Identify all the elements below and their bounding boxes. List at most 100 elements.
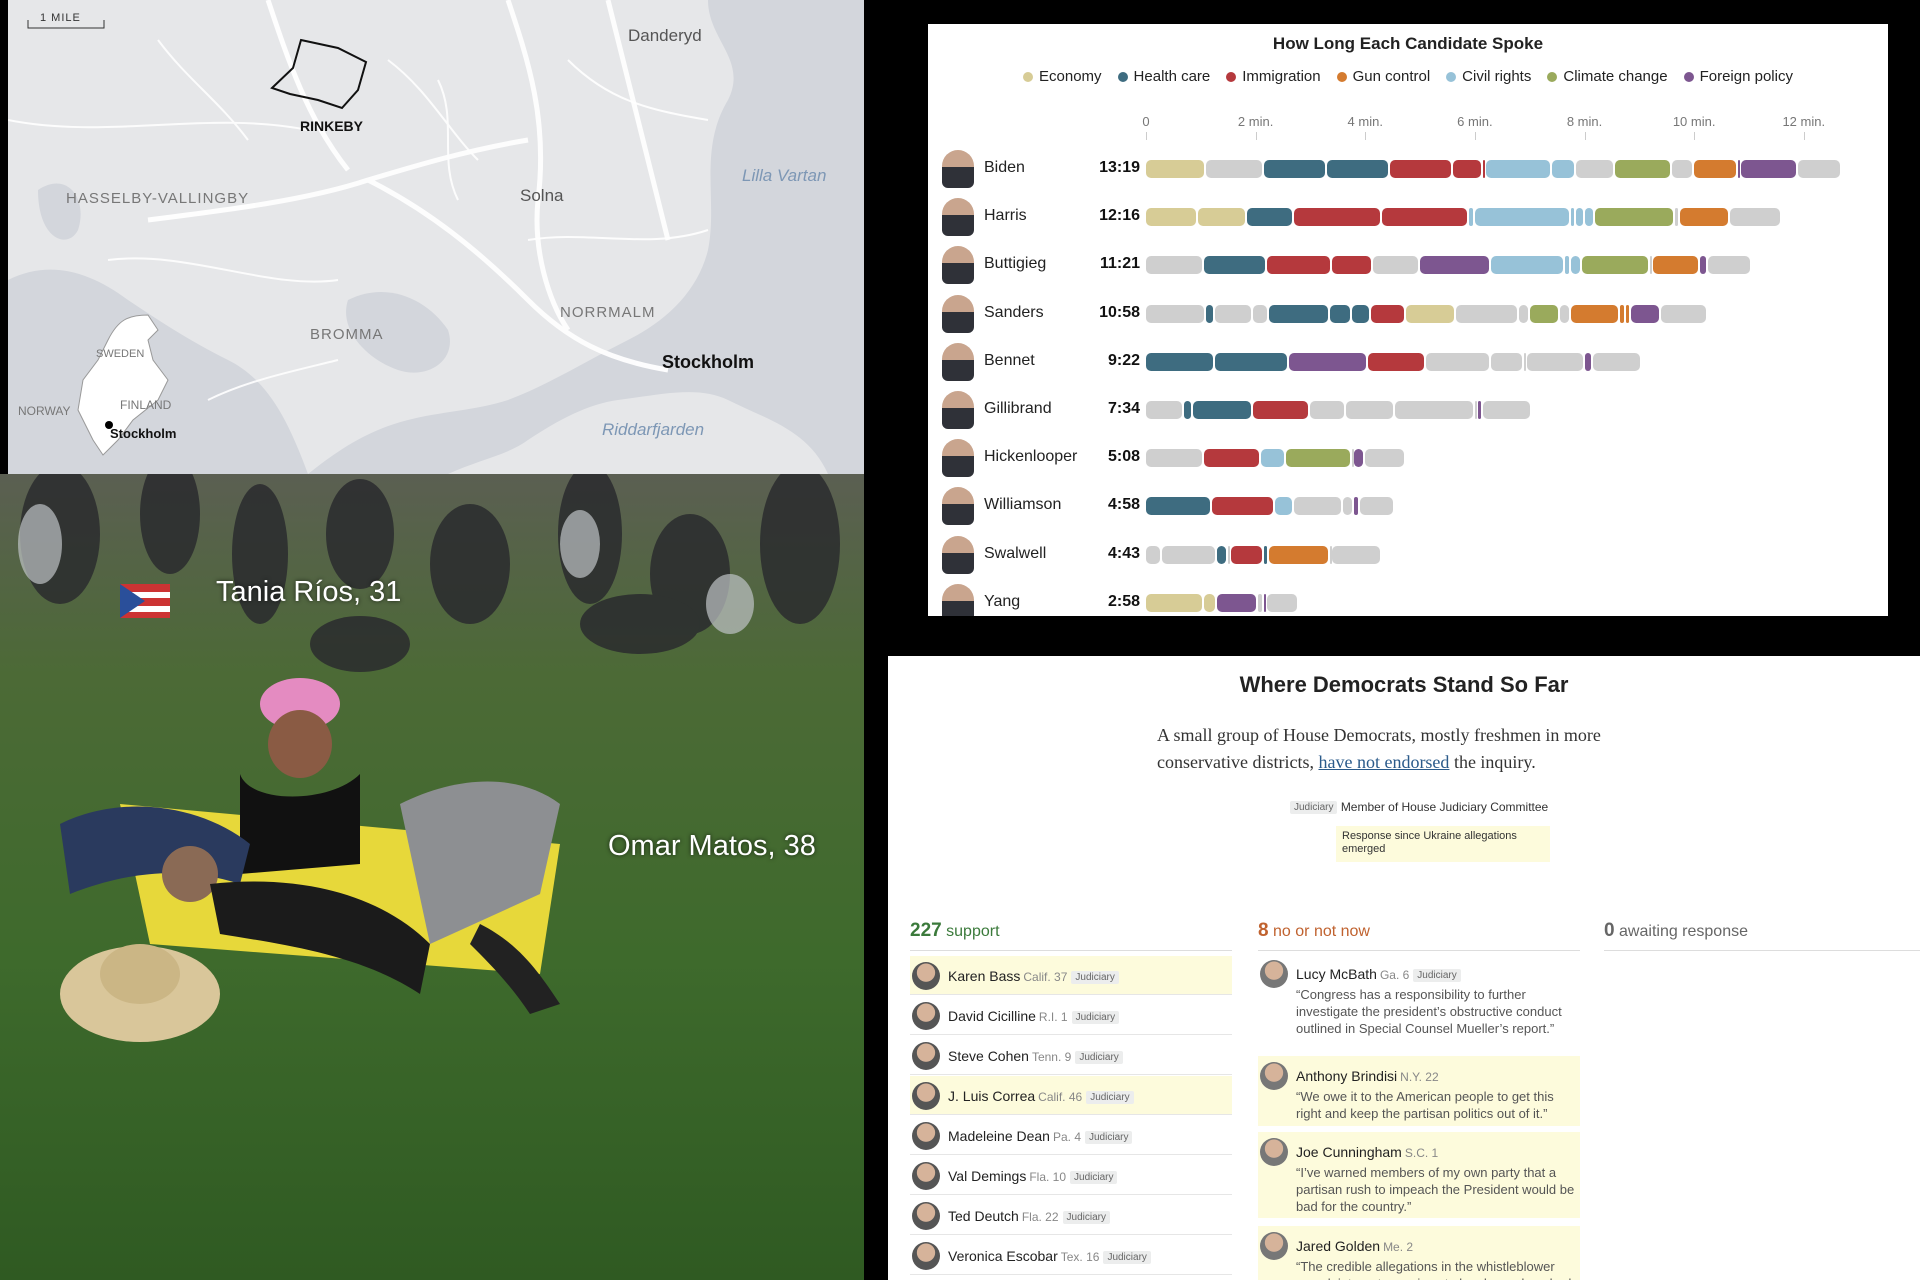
bar-segment-other[interactable] [1707, 256, 1750, 275]
bar-segment-civil-rights[interactable] [1485, 160, 1550, 178]
bar-segment-other[interactable] [1146, 449, 1202, 468]
bar-segment-immigration[interactable] [1252, 401, 1309, 419]
bar-segment-gun-control[interactable] [1620, 304, 1624, 323]
bar-segment-civil-rights[interactable] [1274, 497, 1292, 516]
bar-segment-civil-rights[interactable] [1474, 208, 1569, 227]
bar-segment-immigration[interactable] [1294, 208, 1380, 227]
bar-segment-health-care[interactable] [1263, 545, 1268, 564]
bar-segment-economy[interactable] [1146, 160, 1205, 178]
bar-segment-other[interactable] [1672, 160, 1693, 178]
bar-segment-immigration[interactable] [1230, 545, 1262, 564]
bar-segment-other[interactable] [1559, 304, 1569, 323]
bar-segment-civil-rights[interactable] [1576, 208, 1583, 227]
bar-segment-immigration[interactable] [1452, 160, 1482, 178]
bar-segment-other[interactable] [1258, 593, 1262, 612]
bar-segment-other[interactable] [1310, 401, 1345, 419]
bar-segment-foreign-policy[interactable] [1477, 401, 1482, 419]
bar-segment-other[interactable] [1214, 304, 1251, 323]
bar-segment-health-care[interactable] [1192, 401, 1251, 419]
bar-segment-foreign-policy[interactable] [1263, 593, 1266, 612]
bar-segment-other[interactable] [1206, 160, 1262, 178]
bar-segment-other[interactable] [1524, 352, 1527, 371]
support-list-item[interactable]: Ted Deutch Fla. 22 Judiciary [910, 1196, 1232, 1235]
bar-segment-immigration[interactable] [1368, 352, 1424, 371]
bar-segment-economy[interactable] [1198, 208, 1246, 227]
bar-segment-other[interactable] [1674, 208, 1679, 227]
bar-segment-civil-rights[interactable] [1469, 208, 1473, 227]
support-list-item[interactable]: J. Luis Correa Calif. 46 Judiciary [910, 1076, 1232, 1115]
bar-segment-immigration[interactable] [1211, 497, 1273, 516]
bar-segment-other[interactable] [1294, 497, 1342, 516]
bar-segment-immigration[interactable] [1266, 256, 1331, 275]
bar-segment-health-care[interactable] [1206, 304, 1213, 323]
bar-segment-immigration[interactable] [1332, 256, 1372, 275]
bar-segment-gun-control[interactable] [1653, 256, 1698, 275]
no-list-item[interactable]: Joe Cunningham S.C. 1 “I’ve warned members… [1258, 1132, 1580, 1218]
bar-segment-health-care[interactable] [1326, 160, 1388, 178]
bar-segment-civil-rights[interactable] [1565, 256, 1569, 275]
bar-segment-other[interactable] [1346, 401, 1394, 419]
bar-segment-immigration[interactable] [1389, 160, 1451, 178]
bar-segment-foreign-policy[interactable] [1740, 160, 1797, 178]
no-list-item[interactable]: Lucy McBath Ga. 6 Judiciary “Congress has a… [1258, 954, 1580, 1048]
support-list-item[interactable]: Madeleine Dean Pa. 4 Judiciary [910, 1116, 1232, 1155]
bar-segment-other[interactable] [1491, 352, 1523, 371]
bar-segment-health-care[interactable] [1217, 545, 1227, 564]
bar-segment-foreign-policy[interactable] [1420, 256, 1490, 275]
support-list-item[interactable]: Val Demings Fla. 10 Judiciary [910, 1156, 1232, 1195]
bar-segment-other[interactable] [1425, 352, 1490, 371]
no-list-item[interactable]: Jared Golden Me. 2 “The credible allegatio… [1258, 1226, 1580, 1280]
bar-segment-other[interactable] [1373, 256, 1419, 275]
bar-segment-other[interactable] [1395, 401, 1473, 419]
bar-segment-health-care[interactable] [1184, 401, 1191, 419]
bar-segment-other[interactable] [1576, 160, 1613, 178]
bar-segment-other[interactable] [1343, 497, 1353, 516]
bar-segment-gun-control[interactable] [1269, 545, 1328, 564]
bar-segment-other[interactable] [1798, 160, 1841, 178]
bar-segment-gun-control[interactable] [1680, 208, 1728, 227]
support-list-item[interactable]: Steve Cohen Tenn. 9 Judiciary [910, 1036, 1232, 1075]
bar-segment-immigration[interactable] [1381, 208, 1468, 227]
bar-segment-civil-rights[interactable] [1261, 449, 1284, 468]
bar-segment-other[interactable] [1146, 401, 1183, 419]
bar-segment-civil-rights[interactable] [1584, 208, 1594, 227]
bar-segment-climate-change[interactable] [1285, 449, 1350, 468]
bar-segment-civil-rights[interactable] [1570, 256, 1580, 275]
support-list-item[interactable]: Veronica Escobar Tex. 16 Judiciary [910, 1236, 1232, 1275]
bar-segment-other[interactable] [1365, 449, 1405, 468]
bar-segment-other[interactable] [1661, 304, 1706, 323]
bar-segment-other[interactable] [1359, 497, 1394, 516]
bar-segment-other[interactable] [1266, 593, 1298, 612]
bar-segment-economy[interactable] [1406, 304, 1454, 323]
bar-segment-foreign-policy[interactable] [1584, 352, 1591, 371]
bar-segment-immigration[interactable] [1370, 304, 1405, 323]
bar-segment-foreign-policy[interactable] [1354, 449, 1364, 468]
support-list-item[interactable]: David Cicilline R.I. 1 Judiciary [910, 996, 1232, 1035]
bar-segment-other[interactable] [1228, 545, 1231, 564]
bar-segment-other[interactable] [1526, 352, 1583, 371]
bar-segment-health-care[interactable] [1146, 497, 1210, 516]
bar-segment-civil-rights[interactable] [1570, 208, 1575, 227]
bar-segment-climate-change[interactable] [1581, 256, 1649, 275]
bar-segment-other[interactable] [1455, 304, 1517, 323]
bar-segment-other[interactable] [1729, 208, 1780, 227]
bar-segment-other[interactable] [1474, 401, 1477, 419]
bar-segment-other[interactable] [1592, 352, 1641, 371]
bar-segment-other[interactable] [1252, 304, 1268, 323]
bar-segment-immigration[interactable] [1483, 160, 1486, 178]
bar-segment-foreign-policy[interactable] [1738, 160, 1740, 178]
bar-segment-foreign-policy[interactable] [1631, 304, 1660, 323]
bar-segment-civil-rights[interactable] [1491, 256, 1564, 275]
bar-segment-gun-control[interactable] [1694, 160, 1736, 178]
bar-segment-gun-control[interactable] [1570, 304, 1619, 323]
bar-segment-other[interactable] [1329, 545, 1332, 564]
bar-segment-other[interactable] [1351, 449, 1354, 468]
bar-segment-economy[interactable] [1203, 593, 1216, 612]
bar-segment-health-care[interactable] [1214, 352, 1287, 371]
bar-segment-immigration[interactable] [1203, 449, 1260, 468]
bar-segment-climate-change[interactable] [1529, 304, 1558, 323]
bar-segment-other[interactable] [1650, 256, 1653, 275]
bar-segment-health-care[interactable] [1351, 304, 1369, 323]
bar-segment-health-care[interactable] [1247, 208, 1292, 227]
bar-segment-foreign-policy[interactable] [1217, 593, 1257, 612]
